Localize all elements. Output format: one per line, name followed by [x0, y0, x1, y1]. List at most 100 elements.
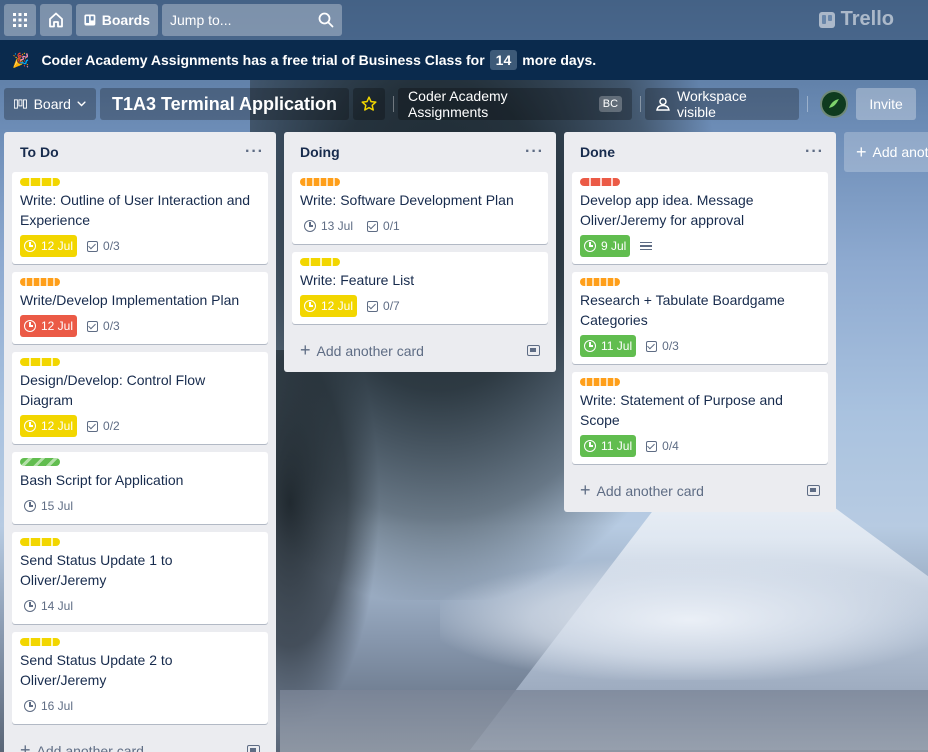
due-date: 16 Jul	[41, 699, 74, 713]
card[interactable]: Develop app idea. Message Oliver/Jeremy …	[572, 172, 828, 264]
visibility-button[interactable]: Workspace visible	[645, 88, 800, 120]
list-header: To Do ···	[12, 132, 268, 172]
star-board-button[interactable]	[353, 88, 386, 120]
description-icon	[640, 241, 653, 251]
card[interactable]: Bash Script for Application 15 Jul	[12, 452, 268, 524]
add-card-button[interactable]: + Add another card	[12, 732, 268, 752]
plus-icon: +	[580, 479, 591, 500]
header-divider	[393, 96, 395, 112]
due-date: 11 Jul	[601, 339, 633, 353]
board-view-switcher[interactable]: Board	[4, 88, 96, 120]
due-date-badge[interactable]: 11 Jul	[580, 435, 637, 457]
due-date-badge[interactable]: 12 Jul	[20, 315, 78, 337]
due-date-badge[interactable]: 16 Jul	[20, 695, 77, 717]
apps-switcher-button[interactable]	[4, 4, 36, 36]
card-title: Design/Develop: Control Flow Diagram	[20, 372, 206, 408]
clock-icon	[24, 600, 36, 612]
checklist-icon	[87, 240, 99, 252]
card-title: Write: Feature List	[300, 272, 415, 288]
board-title[interactable]: T1A3 Terminal Application	[100, 88, 350, 120]
checklist-count: 0/1	[383, 219, 400, 233]
card[interactable]: Write: Feature List 12 Jul 0/7	[292, 252, 548, 324]
business-class-badge: BC	[598, 96, 623, 112]
label-yellow	[20, 638, 60, 646]
add-list-button[interactable]: + Add anot	[844, 132, 928, 172]
top-nav: Boards Jump to... Trello	[0, 0, 928, 40]
add-card-label: Add another card	[316, 342, 424, 359]
checklist-badge: 0/3	[87, 239, 120, 253]
header-divider	[807, 96, 809, 112]
checklist-count: 0/7	[383, 299, 400, 313]
card[interactable]: Research + Tabulate Boardgame Categories…	[572, 272, 828, 364]
clock-icon	[24, 320, 36, 332]
list-menu-icon[interactable]: ···	[525, 143, 544, 161]
checklist-count: 0/3	[103, 239, 120, 253]
list-title[interactable]: Doing	[300, 144, 340, 160]
add-card-label: Add another card	[36, 742, 144, 752]
checklist-badge: 0/7	[367, 299, 400, 313]
search-icon	[318, 12, 334, 28]
card[interactable]: Write: Software Development Plan 13 Jul …	[292, 172, 548, 244]
checklist-icon	[87, 320, 99, 332]
due-date-badge[interactable]: 9 Jul	[580, 235, 631, 257]
list-title[interactable]: Done	[580, 144, 615, 160]
label-orange	[20, 278, 60, 286]
list-title[interactable]: To Do	[20, 144, 59, 160]
invite-button[interactable]: Invite	[856, 88, 917, 120]
due-date-badge[interactable]: 12 Jul	[300, 295, 358, 317]
due-date-badge[interactable]: 11 Jul	[580, 335, 637, 357]
checklist-icon	[367, 220, 379, 232]
boards-button[interactable]: Boards	[76, 4, 158, 36]
board-view-label: Board	[33, 96, 71, 112]
list-menu-icon[interactable]: ···	[245, 143, 264, 161]
due-date: 11 Jul	[601, 439, 633, 453]
add-card-button[interactable]: + Add another card	[292, 332, 548, 368]
party-icon: 🎉	[12, 51, 30, 68]
card[interactable]: Write/Develop Implementation Plan 12 Jul…	[12, 272, 268, 344]
card-template-icon[interactable]	[247, 744, 260, 752]
label-orange	[580, 278, 620, 286]
checklist-badge: 0/3	[87, 319, 120, 333]
background-town	[280, 690, 928, 752]
due-date-badge[interactable]: 12 Jul	[20, 235, 78, 257]
banner-text: Coder Academy Assignments has a free tri…	[41, 52, 485, 68]
label-yellow	[20, 358, 60, 366]
clock-icon	[304, 300, 316, 312]
list-menu-icon[interactable]: ···	[805, 143, 824, 161]
home-icon	[49, 12, 63, 28]
members-icon	[656, 97, 670, 111]
due-date: 15 Jul	[41, 499, 74, 513]
home-button[interactable]	[40, 4, 72, 36]
card[interactable]: Design/Develop: Control Flow Diagram 12 …	[12, 352, 268, 444]
due-date: 14 Jul	[41, 599, 74, 613]
workspace-button[interactable]: Coder Academy Assignments BC	[398, 88, 633, 120]
add-card-button[interactable]: + Add another card	[572, 472, 828, 508]
card-title: Send Status Update 1 to Oliver/Jeremy	[20, 552, 173, 588]
clock-icon	[24, 700, 36, 712]
card-template-icon[interactable]	[807, 484, 820, 496]
card-title: Send Status Update 2 to Oliver/Jeremy	[20, 652, 173, 688]
board-view-icon	[14, 99, 27, 109]
due-date: 13 Jul	[321, 219, 354, 233]
card[interactable]: Write: Outline of User Interaction and E…	[12, 172, 268, 264]
due-date-badge[interactable]: 12 Jul	[20, 415, 78, 437]
label-green	[20, 458, 60, 466]
checklist-badge: 0/3	[646, 339, 679, 353]
label-yellow	[20, 538, 60, 546]
card-title: Write: Statement of Purpose and Scope	[580, 392, 783, 428]
jump-to-search[interactable]: Jump to...	[162, 4, 342, 36]
board-header: Board T1A3 Terminal Application Coder Ac…	[0, 80, 928, 128]
card[interactable]: Send Status Update 2 to Oliver/Jeremy 16…	[12, 632, 268, 724]
checklist-icon	[367, 300, 379, 312]
trello-logo[interactable]: Trello	[818, 8, 894, 31]
due-date-badge[interactable]: 13 Jul	[300, 215, 357, 237]
plus-icon: +	[856, 141, 867, 162]
card[interactable]: Send Status Update 1 to Oliver/Jeremy 14…	[12, 532, 268, 624]
due-date-badge[interactable]: 15 Jul	[20, 495, 77, 517]
due-date-badge[interactable]: 14 Jul	[20, 595, 77, 617]
card[interactable]: Write: Statement of Purpose and Scope 11…	[572, 372, 828, 464]
card-title: Write/Develop Implementation Plan	[20, 292, 240, 308]
card-template-icon[interactable]	[527, 344, 540, 356]
member-avatar[interactable]	[820, 90, 849, 118]
workspace-name: Coder Academy Assignments	[408, 88, 508, 120]
